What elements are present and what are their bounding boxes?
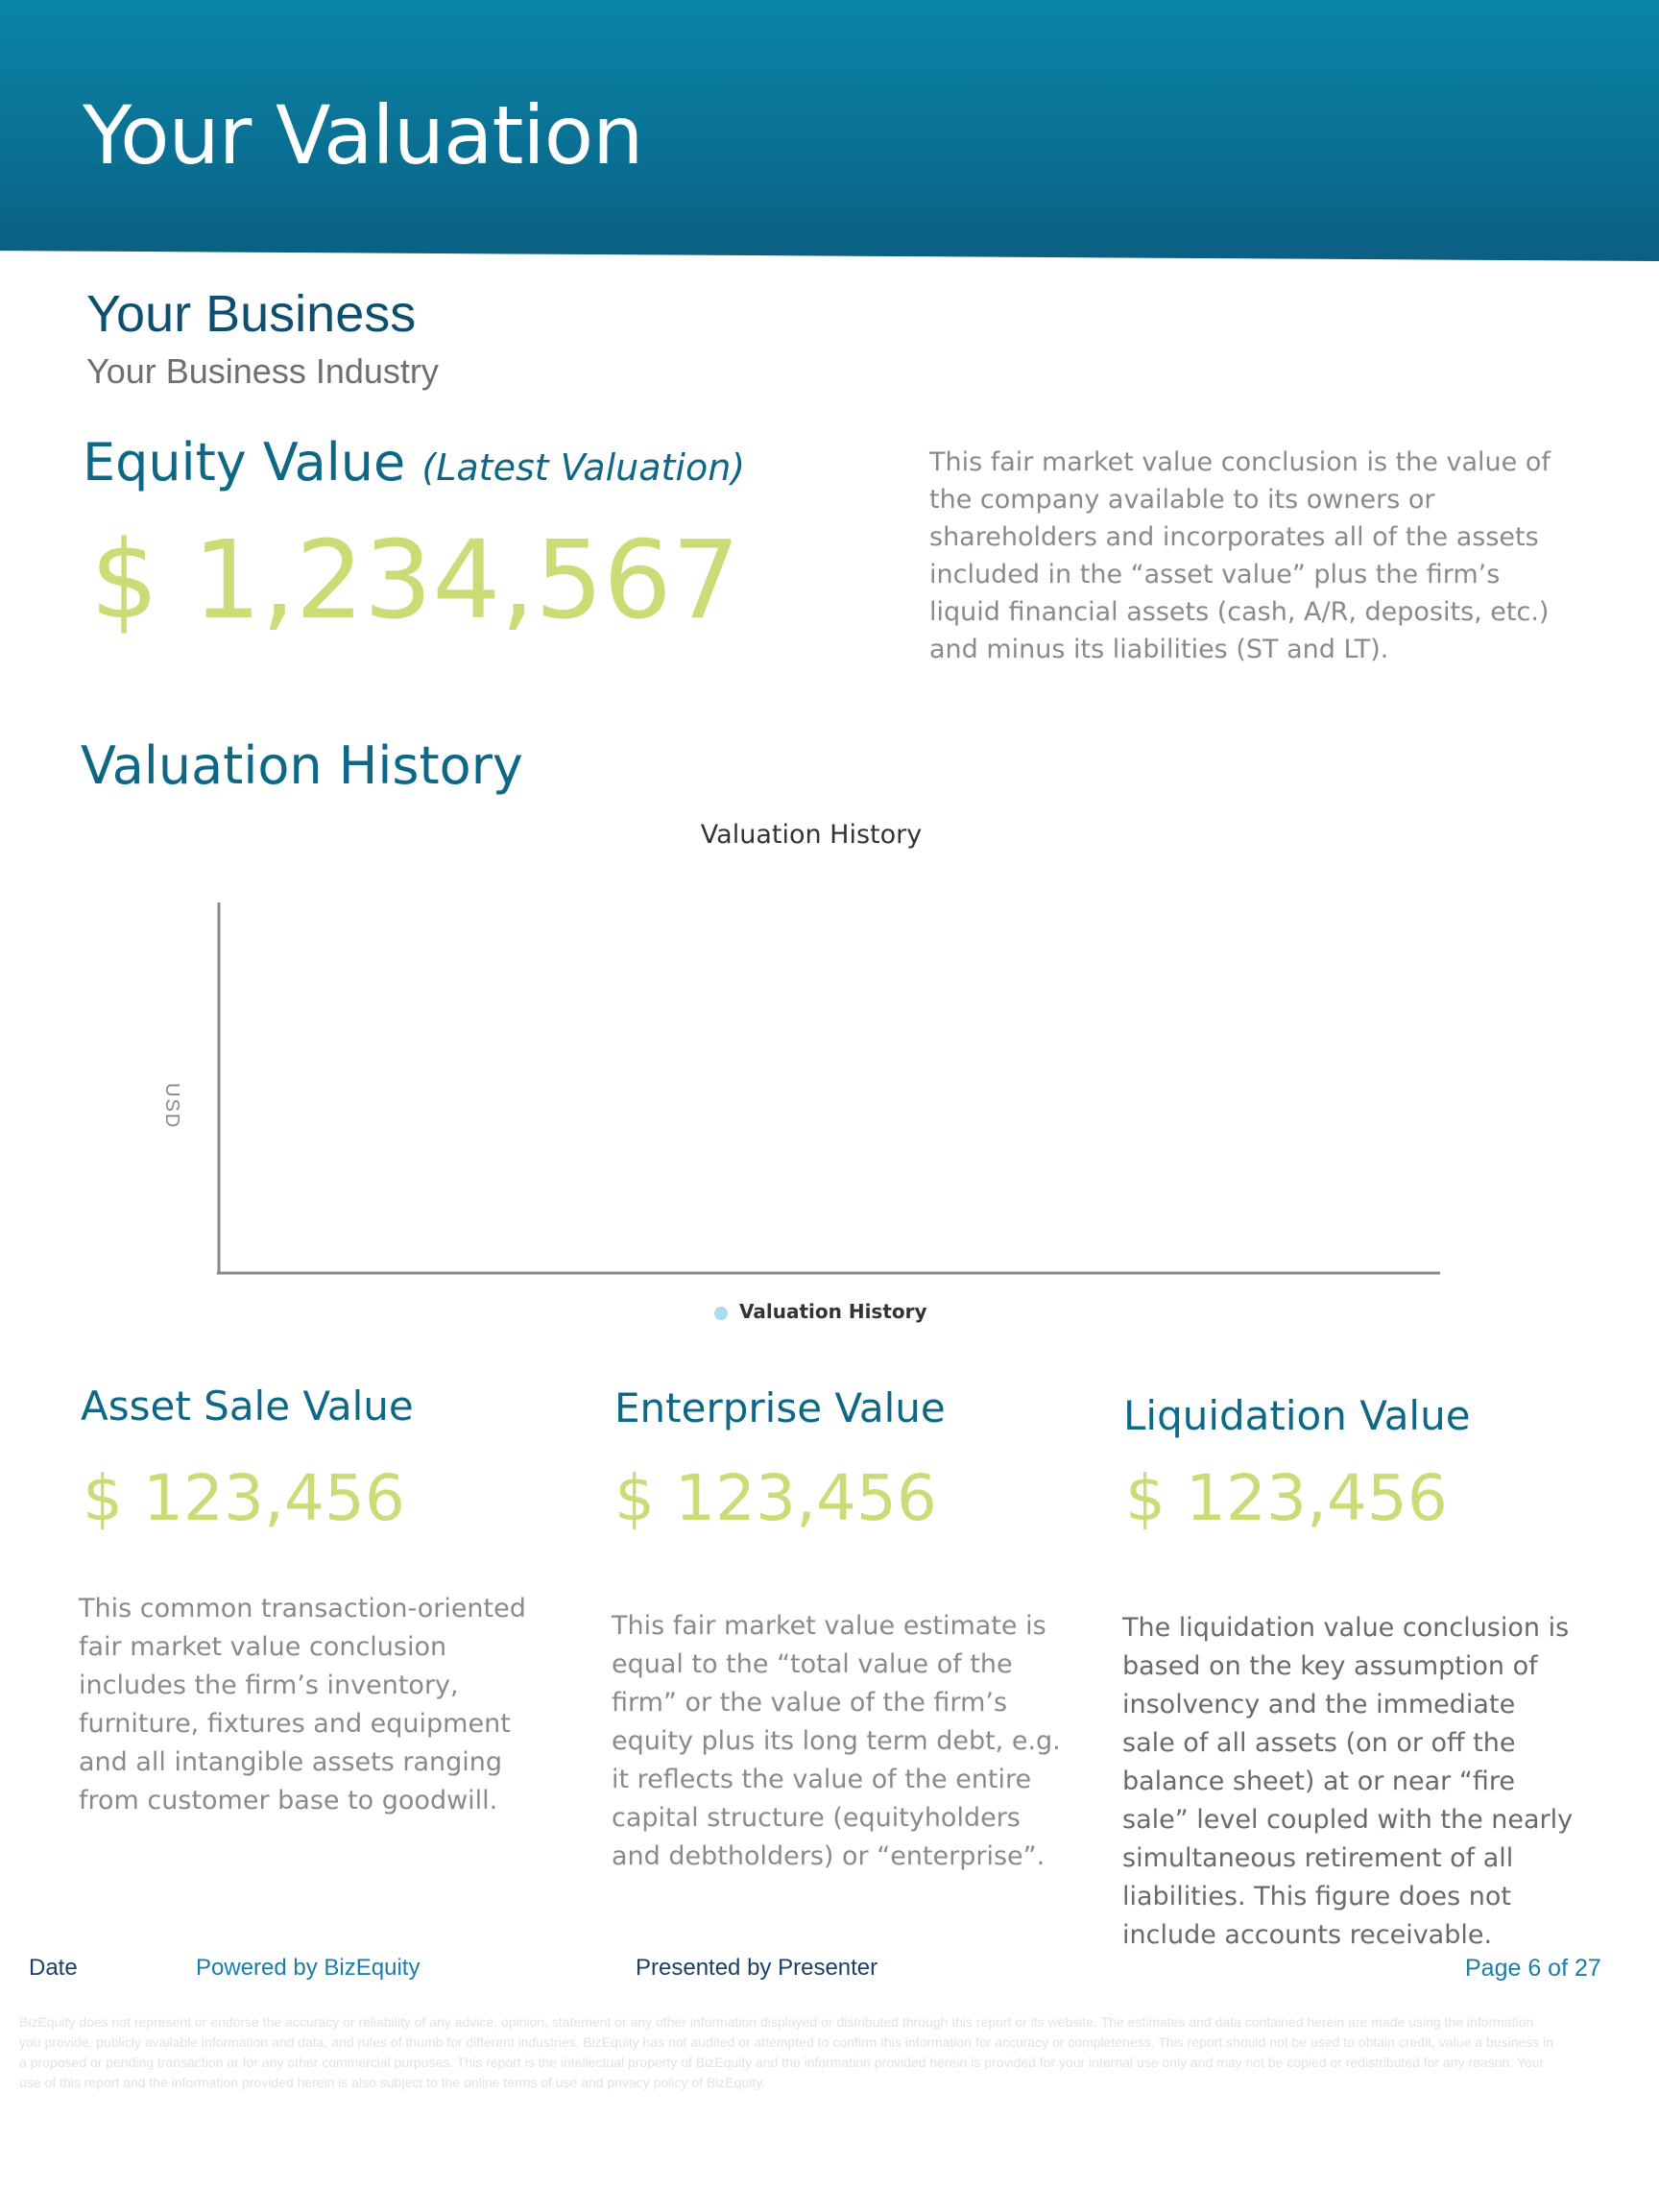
asset-sale-value-heading: Asset Sale Value: [81, 1382, 414, 1430]
footer-page-number: Page 6 of 27: [1465, 1955, 1601, 1982]
footer-date: Date: [29, 1955, 78, 1981]
valuation-history-chart: [217, 902, 1440, 1275]
legend-marker-icon: [714, 1306, 728, 1320]
asset-sale-value-amount: $ 123,456: [83, 1461, 405, 1535]
legend-label: Valuation History: [739, 1300, 927, 1323]
disclaimer-text: BizEquity does not represent or endorse …: [19, 2014, 1553, 2090]
enterprise-value-amount: $ 123,456: [614, 1461, 937, 1535]
asset-sale-value-description: This common transaction-oriented fair ma…: [79, 1594, 526, 1815]
liquidation-value-heading: Liquidation Value: [1123, 1392, 1471, 1439]
enterprise-value-heading: Enterprise Value: [614, 1384, 946, 1431]
liquidation-value-amount: $ 123,456: [1125, 1461, 1448, 1535]
chart-y-axis-label: USD: [161, 1083, 182, 1130]
liquidation-value-description: The liquidation value conclusion is base…: [1122, 1613, 1574, 1950]
footer-presented-by: Presented by Presenter: [636, 1955, 878, 1981]
footer-powered-by[interactable]: Powered by BizEquity: [196, 1955, 420, 1982]
enterprise-value-description: This fair market value estimate is equal…: [612, 1611, 1061, 1871]
chart-legend: Valuation History: [714, 1300, 927, 1323]
